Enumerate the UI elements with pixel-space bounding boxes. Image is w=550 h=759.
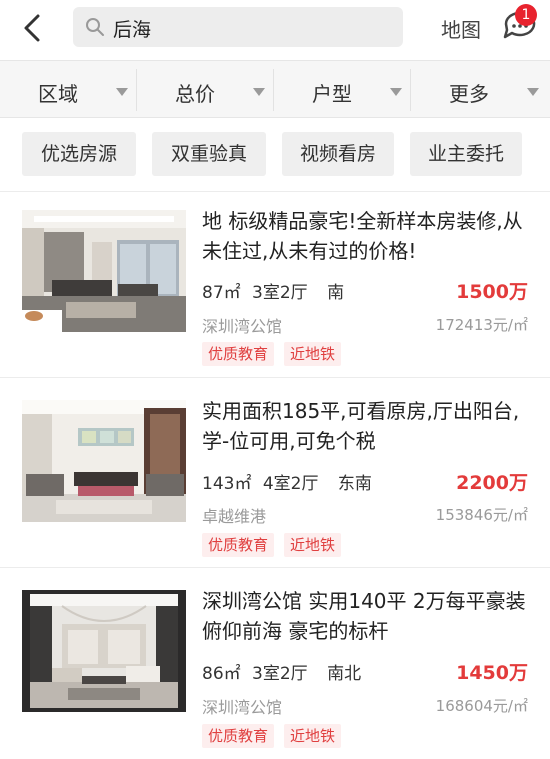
listing-layout: 3室2厅 (252, 664, 308, 684)
chevron-left-icon (24, 14, 40, 42)
search-icon (86, 18, 104, 36)
back-button[interactable] (14, 8, 54, 48)
listing-unit-price: 153846元/㎡ (435, 506, 528, 524)
feature-tag-subway: 近地铁 (284, 342, 342, 366)
listing-photo (22, 210, 186, 332)
listing-title: 深圳湾公馆 实用140平 2万每平豪装俯仰前海 豪宅的标杆 (202, 589, 526, 643)
feature-tag-subway: 近地铁 (284, 533, 342, 557)
filter-layout[interactable]: 户型 (274, 61, 411, 119)
listing-specs: 87㎡ 3室2厅 南 (202, 278, 344, 303)
listing-orientation: 东南 (337, 474, 372, 494)
filter-bar: 区域 总价 户型 更多 (0, 60, 550, 118)
filter-label: 更多 (449, 82, 489, 106)
feature-tag-education: 优质教育 (202, 724, 275, 748)
feature-tag-education: 优质教育 (202, 342, 275, 366)
listing-orientation: 南 (327, 283, 345, 303)
message-badge: 1 (515, 4, 537, 26)
tag-chip-video[interactable]: 视频看房 (282, 132, 394, 176)
filter-label: 户型 (312, 82, 352, 106)
caret-down-icon (253, 88, 265, 96)
listing-layout: 3室2厅 (252, 283, 308, 303)
listing-title: 实用面积185平,可看原房,厅出阳台,学-位可用,可免个税 (202, 399, 520, 453)
listing-item[interactable]: 实用面积185平,可看原房,厅出阳台,学-位可用,可免个税 143㎡ 4室2厅 … (0, 378, 550, 568)
listing-orientation: 南北 (327, 664, 362, 684)
listing-price: 2200万 (456, 472, 528, 494)
listing-specs: 143㎡ 4室2厅 东南 (202, 469, 372, 494)
listing-layout: 4室2厅 (262, 474, 319, 494)
filter-label: 区域 (38, 82, 78, 106)
listing-price: 1500万 (456, 281, 528, 303)
feature-tag-subway: 近地铁 (284, 724, 342, 748)
listing-photo (22, 590, 186, 712)
listing-unit-price: 172413元/㎡ (435, 316, 528, 334)
tag-chip-verified[interactable]: 双重验真 (152, 132, 266, 176)
listing-area: 143㎡ (202, 474, 252, 494)
listing-estate: 深圳湾公馆 (202, 317, 283, 336)
listing-area: 87㎡ (202, 283, 241, 303)
listing-estate: 深圳湾公馆 (202, 698, 283, 717)
feature-tag-education: 优质教育 (202, 533, 275, 557)
quick-tag-row: 优选房源 双重验真 视频看房 业主委托 (0, 118, 550, 192)
search-bar[interactable]: 后海 (73, 7, 403, 47)
search-query: 后海 (113, 19, 152, 41)
listing-title: 地 标级精品豪宅!全新样本房装修,从未住过,从未有过的价格! (202, 209, 523, 263)
filter-more[interactable]: 更多 (411, 61, 550, 119)
filter-area[interactable]: 区域 (0, 61, 137, 119)
caret-down-icon (390, 88, 402, 96)
tag-chip-owner[interactable]: 业主委托 (410, 132, 522, 176)
listing-price: 1450万 (456, 662, 528, 684)
listing-item[interactable]: 深圳湾公馆 实用140平 2万每平豪装俯仰前海 豪宅的标杆 86㎡ 3室2厅 南… (0, 568, 550, 759)
listing-photo (22, 400, 186, 522)
caret-down-icon (527, 88, 539, 96)
listing-estate: 卓越维港 (202, 507, 267, 526)
filter-label: 总价 (175, 82, 215, 106)
listing-area: 86㎡ (202, 664, 241, 684)
tag-chip-preferred[interactable]: 优选房源 (22, 132, 136, 176)
map-link[interactable]: 地图 (441, 14, 481, 43)
filter-total-price[interactable]: 总价 (137, 61, 274, 119)
top-bar: 后海 地图 1 (0, 0, 550, 58)
listing-item[interactable]: 地 标级精品豪宅!全新样本房装修,从未住过,从未有过的价格! 87㎡ 3室2厅 … (0, 192, 550, 378)
listing-unit-price: 168604元/㎡ (435, 697, 528, 715)
listing-specs: 86㎡ 3室2厅 南北 (202, 659, 361, 684)
caret-down-icon (116, 88, 128, 96)
